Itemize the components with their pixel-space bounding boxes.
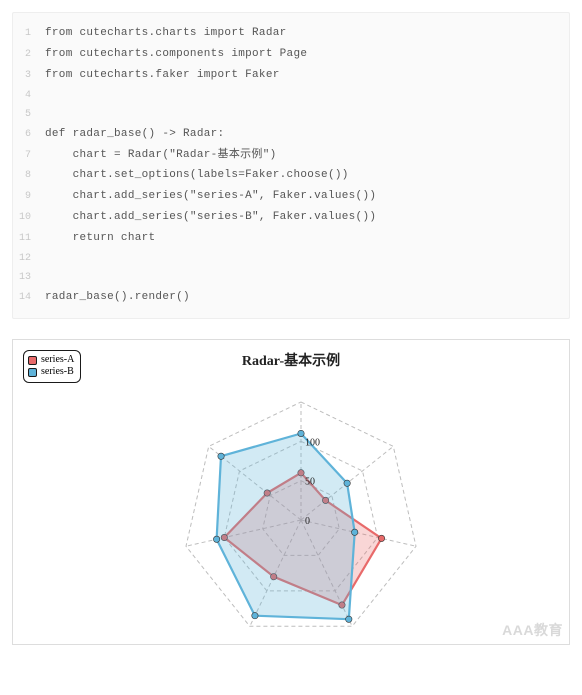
chart-title: Radar-基本示例 bbox=[21, 350, 561, 370]
line-number: 4 bbox=[13, 86, 45, 105]
code-block: 1from cutecharts.charts import Radar 2fr… bbox=[12, 12, 570, 319]
svg-text:100: 100 bbox=[305, 437, 320, 448]
code-line: chart.set_options(labels=Faker.choose()) bbox=[45, 165, 349, 186]
line-number: 13 bbox=[13, 268, 45, 287]
radar-chart-panel: Radar-基本示例 series-A series-B 0 50 100 AAA教… bbox=[12, 339, 570, 645]
line-number: 14 bbox=[13, 288, 45, 307]
line-number: 8 bbox=[13, 166, 45, 185]
code-line: chart.add_series("series-A", Faker.value… bbox=[45, 186, 376, 207]
chart-legend: series-A series-B bbox=[23, 350, 81, 383]
code-line: chart = Radar("Radar-基本示例") bbox=[45, 145, 277, 166]
line-number: 2 bbox=[13, 45, 45, 64]
code-line: chart.add_series("series-B", Faker.value… bbox=[45, 207, 376, 228]
legend-item-series-b: series-B bbox=[28, 366, 74, 379]
swatch-icon bbox=[28, 356, 37, 365]
code-line: from cutecharts.components import Page bbox=[45, 44, 307, 65]
line-number: 6 bbox=[13, 125, 45, 144]
legend-item-series-a: series-A bbox=[28, 354, 74, 367]
line-number: 3 bbox=[13, 66, 45, 85]
line-number: 9 bbox=[13, 187, 45, 206]
watermark-text: AAA教育 bbox=[502, 620, 563, 640]
radar-chart-svg: 0 50 100 bbox=[31, 370, 551, 640]
line-number: 12 bbox=[13, 249, 45, 268]
legend-label: series-B bbox=[41, 366, 74, 379]
svg-text:50: 50 bbox=[305, 477, 315, 488]
line-number: 5 bbox=[13, 105, 45, 124]
svg-text:0: 0 bbox=[305, 516, 310, 527]
code-line: from cutecharts.charts import Radar bbox=[45, 23, 287, 44]
code-line: def radar_base() -> Radar: bbox=[45, 124, 224, 145]
legend-label: series-A bbox=[41, 354, 74, 367]
line-number: 7 bbox=[13, 146, 45, 165]
code-line: from cutecharts.faker import Faker bbox=[45, 65, 280, 86]
line-number: 11 bbox=[13, 229, 45, 248]
line-number: 10 bbox=[13, 208, 45, 227]
line-number: 1 bbox=[13, 24, 45, 43]
code-line: return chart bbox=[45, 228, 155, 249]
swatch-icon bbox=[28, 368, 37, 377]
code-line: radar_base().render() bbox=[45, 287, 190, 308]
